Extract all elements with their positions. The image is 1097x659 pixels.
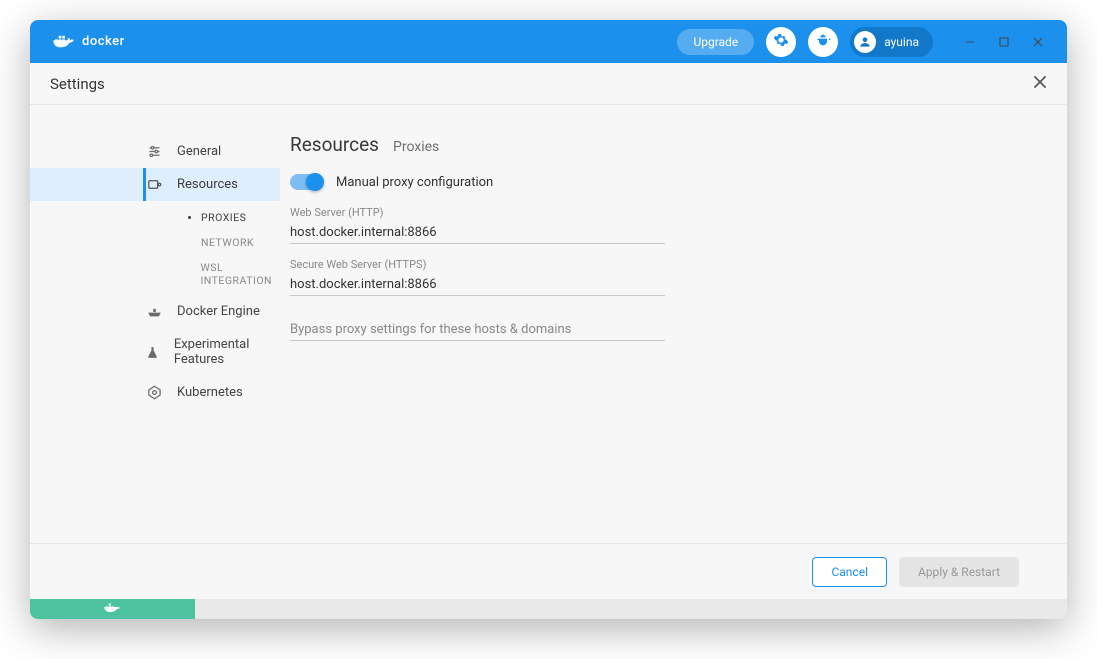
content-panel: Resources Proxies Manual proxy configura… — [280, 105, 1067, 543]
toggle-label: Manual proxy configuration — [336, 175, 493, 190]
status-indicator[interactable] — [30, 599, 195, 619]
resources-icon — [145, 177, 163, 192]
docker-whale-icon — [52, 30, 76, 54]
http-proxy-field: Web Server (HTTP) — [290, 206, 665, 244]
close-settings-button[interactable] — [1033, 74, 1047, 93]
sidebar-item-label: Resources — [177, 177, 238, 192]
topbar: docker Upgrade ayuina — [30, 20, 1067, 63]
toggle-knob-icon — [306, 173, 324, 191]
https-proxy-label: Secure Web Server (HTTPS) — [290, 258, 665, 271]
minimize-button[interactable] — [953, 28, 987, 56]
https-proxy-field: Secure Web Server (HTTPS) — [290, 258, 665, 296]
page-title: Settings — [50, 75, 105, 93]
window-close-button[interactable] — [1021, 28, 1055, 56]
window-controls — [953, 28, 1055, 56]
user-menu[interactable]: ayuina — [850, 27, 933, 57]
sidebar-item-general[interactable]: General — [145, 135, 280, 168]
sidebar: General Resources PROXIES NETWORK — [30, 105, 280, 543]
troubleshoot-button[interactable] — [808, 27, 838, 57]
maximize-button[interactable] — [987, 28, 1021, 56]
apply-restart-button[interactable]: Apply & Restart — [899, 557, 1019, 587]
breadcrumb-sub: Proxies — [393, 139, 439, 155]
sidebar-item-label: Experimental Features — [174, 337, 280, 367]
http-proxy-input[interactable] — [290, 222, 665, 244]
kubernetes-icon — [145, 385, 163, 400]
active-dot-icon — [188, 216, 191, 219]
sidebar-item-resources[interactable]: Resources — [30, 168, 280, 201]
docker-whale-icon — [104, 600, 122, 619]
sidebar-item-label: Kubernetes — [177, 385, 243, 400]
footer: Cancel Apply & Restart — [30, 543, 1067, 599]
sidebar-item-label: General — [177, 144, 221, 159]
subitem-label: NETWORK — [201, 236, 254, 249]
flask-icon — [145, 345, 160, 360]
sidebar-item-docker-engine[interactable]: Docker Engine — [145, 295, 280, 328]
sidebar-subitem-network[interactable]: NETWORK — [186, 230, 280, 255]
sidebar-item-kubernetes[interactable]: Kubernetes — [145, 376, 280, 409]
subitem-label: WSL INTEGRATION — [200, 261, 280, 287]
bypass-proxy-input[interactable] — [290, 319, 665, 341]
cancel-button[interactable]: Cancel — [812, 557, 887, 587]
settings-gear-button[interactable] — [766, 27, 796, 57]
statusbar — [30, 599, 1067, 619]
avatar-icon — [854, 31, 876, 53]
ship-icon — [145, 306, 163, 318]
resources-subnav: PROXIES NETWORK WSL INTEGRATION — [145, 201, 280, 295]
app-window: docker Upgrade ayuina — [30, 20, 1067, 619]
breadcrumb: Resources Proxies — [290, 133, 1037, 156]
body: General Resources PROXIES NETWORK — [30, 105, 1067, 543]
sidebar-item-experimental[interactable]: Experimental Features — [145, 328, 280, 376]
username-label: ayuina — [884, 35, 919, 49]
bug-icon — [815, 32, 831, 52]
subitem-label: PROXIES — [201, 211, 246, 224]
manual-proxy-toggle-row: Manual proxy configuration — [290, 174, 1037, 190]
sidebar-subitem-wsl-integration[interactable]: WSL INTEGRATION — [186, 255, 280, 293]
breadcrumb-main: Resources — [290, 133, 379, 156]
sidebar-subitem-proxies[interactable]: PROXIES — [186, 205, 280, 230]
page-header: Settings — [30, 63, 1067, 105]
http-proxy-label: Web Server (HTTP) — [290, 206, 665, 219]
sidebar-item-label: Docker Engine — [177, 304, 260, 319]
manual-proxy-toggle[interactable] — [290, 174, 322, 190]
upgrade-button[interactable]: Upgrade — [677, 29, 754, 55]
bypass-field — [290, 318, 665, 341]
sliders-icon — [145, 144, 163, 159]
brand-logo: docker — [52, 30, 125, 54]
gear-icon — [773, 32, 789, 52]
brand-text: docker — [82, 34, 125, 49]
https-proxy-input[interactable] — [290, 274, 665, 296]
